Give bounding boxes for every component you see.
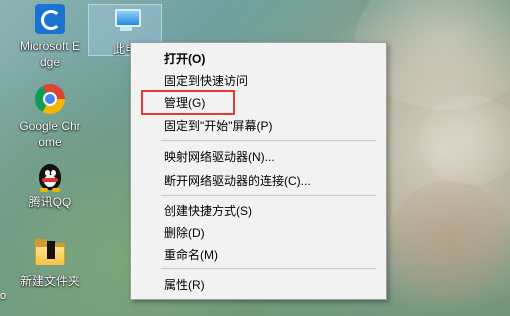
menu-item-pin-start[interactable]: 固定到"开始"屏幕(P) — [164, 116, 273, 136]
desktop-edge-text: o — [0, 290, 7, 302]
desktop-icon-label: Google Chrome — [19, 119, 81, 149]
menu-item-delete[interactable]: 删除(D) — [164, 223, 205, 243]
menu-item-create-shortcut[interactable]: 创建快捷方式(S) — [164, 201, 252, 221]
desktop-icon-chrome[interactable]: Google Chrome — [15, 84, 85, 150]
chrome-icon — [34, 84, 66, 116]
menu-item-properties[interactable]: 属性(R) — [164, 275, 205, 295]
menu-item-manage[interactable]: 管理(G) — [164, 93, 205, 113]
menu-item-rename[interactable]: 重命名(M) — [164, 245, 218, 265]
menu-separator — [161, 195, 376, 196]
desktop-icon-label: 新建文件夹 — [19, 274, 80, 288]
desktop-icon-edge[interactable]: Microsoft Edge — [15, 4, 85, 70]
menu-separator — [161, 268, 376, 269]
wallpaper-hair-shadow — [390, 180, 510, 300]
wallpaper-hair-glow — [420, 95, 510, 185]
menu-separator — [161, 140, 376, 141]
context-menu: 打开(O) 固定到快速访问 管理(G) 固定到"开始"屏幕(P) 映射网络驱动器… — [130, 42, 387, 300]
menu-item-open[interactable]: 打开(O) — [164, 49, 205, 69]
desktop-icon-new-folder[interactable]: 新建文件夹 — [15, 238, 85, 289]
this-pc-icon — [109, 7, 141, 39]
qq-icon — [34, 160, 66, 192]
folder-icon — [34, 239, 66, 271]
desktop-icon-qq[interactable]: 腾讯QQ — [15, 160, 85, 210]
menu-item-disconnect-network-drive[interactable]: 断开网络驱动器的连接(C)... — [164, 171, 311, 191]
menu-item-pin-quick-access[interactable]: 固定到快速访问 — [164, 71, 248, 91]
desktop-icon-label: 腾讯QQ — [28, 195, 72, 209]
desktop-icon-label: Microsoft Edge — [19, 39, 80, 69]
edge-icon — [34, 4, 66, 36]
menu-item-map-network-drive[interactable]: 映射网络驱动器(N)... — [164, 147, 275, 167]
